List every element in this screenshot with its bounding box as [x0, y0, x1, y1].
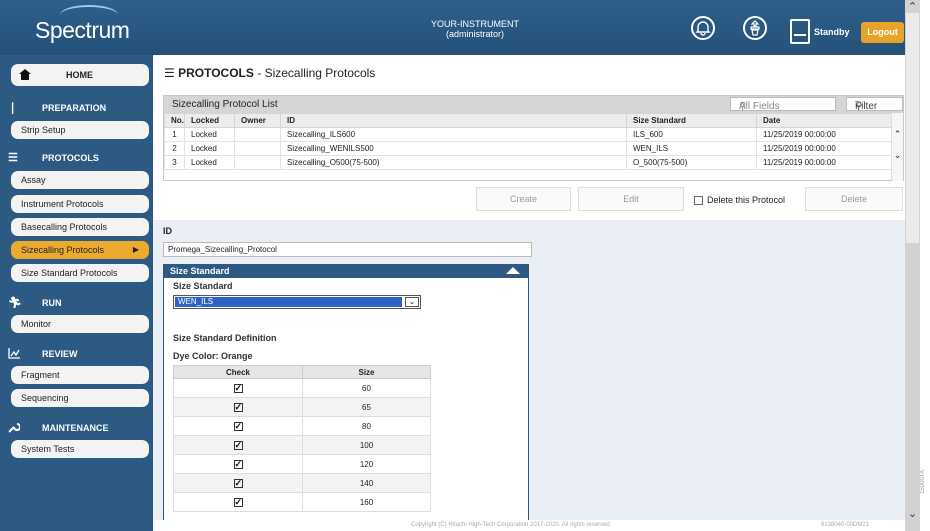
dye-color-label: Dye Color: Orange — [173, 351, 253, 361]
top-header: Spectrum YOUR-INSTRUMENT (administrator)… — [0, 0, 905, 55]
sidebar-item-label: Sizecalling Protocols — [21, 245, 105, 255]
definition-label: Size Standard Definition — [173, 333, 277, 343]
table-row: ✓ 60 — [173, 378, 431, 398]
collapse-icon[interactable] — [506, 267, 520, 274]
chevron-down-icon[interactable]: ⌄ — [405, 297, 419, 307]
size-checkbox[interactable]: ✓ — [233, 478, 243, 488]
sidebar-item-size-standard-protocols[interactable]: Size Standard Protocols — [11, 264, 149, 282]
size-checkbox[interactable]: ✓ — [233, 383, 243, 393]
table-row: ✓ 65 — [173, 397, 431, 417]
sidebar-item-monitor[interactable]: Monitor — [11, 315, 149, 333]
create-button[interactable]: Create — [476, 187, 571, 211]
sidebar-item-strip-setup[interactable]: Strip Setup — [11, 121, 149, 139]
id-input[interactable]: Promega_Sizecalling_Protocol — [163, 242, 532, 257]
review-chart-icon — [8, 348, 20, 359]
size-standard-panel-header[interactable]: Size Standard — [164, 265, 528, 278]
col-size-standard[interactable]: Size Standard — [626, 113, 757, 128]
col-size: Size — [302, 365, 431, 379]
col-no[interactable]: No. — [164, 113, 185, 128]
sidebar-item-system-tests[interactable]: System Tests — [11, 440, 149, 458]
protocol-list-title: Sizecalling Protocol List — [172, 99, 278, 110]
instrument-name: YOUR-INSTRUMENT — [431, 19, 519, 29]
table-row: ✓ 80 — [173, 416, 431, 436]
sidebar-item-assay[interactable]: Assay — [11, 171, 149, 189]
edit-button[interactable]: Edit — [578, 187, 684, 211]
search-input[interactable]: ⚲ All Fields — [730, 97, 836, 112]
delete-protocol-label: Delete this Protocol — [707, 195, 786, 205]
table-row: ✓ 100 — [173, 435, 431, 455]
page-title: ☰ PROTOCOLS - Sizecalling Protocols — [164, 66, 376, 80]
wrench-icon — [8, 423, 20, 433]
table-row[interactable]: 2 Locked Sizecalling_WENILS500 WEN_ILS 1… — [164, 141, 892, 156]
sidebar-item-basecalling-protocols[interactable]: Basecalling Protocols — [11, 218, 149, 236]
version-text: 6138040-00DM21 — [821, 522, 870, 528]
table-row: ✓ 140 — [173, 473, 431, 493]
list-scrollbar[interactable]: ⌃ ⌄ — [891, 113, 903, 181]
delete-protocol-checkbox[interactable] — [694, 196, 703, 205]
protocols-icon: ☰ — [8, 152, 18, 164]
section-review: REVIEW — [42, 349, 78, 359]
copyright-text: Copyright (C) Hitachi High-Tech Corporat… — [411, 522, 612, 528]
size-checkbox[interactable]: ✓ — [233, 421, 243, 431]
run-icon: 🏃︎ — [8, 297, 22, 309]
watermark: 15000TA — [920, 470, 926, 494]
col-owner[interactable]: Owner — [234, 113, 281, 128]
size-checkbox[interactable]: ✓ — [233, 402, 243, 412]
id-label: ID — [163, 226, 172, 236]
sidebar-item-fragment[interactable]: Fragment — [11, 366, 149, 384]
bell-icon[interactable] — [691, 16, 715, 40]
scroll-up-icon[interactable]: ⌃ — [905, 0, 920, 14]
size-standard-panel: Size Standard Size Standard WEN_ILS ⌄ Si… — [163, 264, 529, 523]
app-logo: Spectrum — [35, 17, 130, 43]
status-label: Standby — [814, 27, 850, 37]
size-standard-select[interactable]: WEN_ILS ⌄ — [173, 295, 421, 309]
footer: Copyright (C) Hitachi High-Tech Corporat… — [153, 520, 905, 531]
size-table: Check Size ✓ 60 ✓ 65 ✓ 80 ✓ 100 ✓ 120 ✓ 140 ✓ 1… — [173, 365, 431, 512]
sidebar: HOME ❘ PREPARATION Strip Setup ☰ PROTOCO… — [0, 55, 153, 531]
section-preparation: PREPARATION — [42, 103, 107, 113]
chevron-down-icon[interactable]: ⌄ — [892, 150, 903, 161]
size-standard-selected: WEN_ILS — [175, 297, 402, 307]
sidebar-item-home[interactable]: HOME — [11, 64, 149, 86]
instrument-info: YOUR-INSTRUMENT (administrator) — [405, 19, 545, 39]
table-row: ✓ 160 — [173, 492, 431, 512]
filter-dropdown[interactable]: ⚲ Filter ▾ — [846, 97, 903, 112]
section-run: RUN — [42, 298, 62, 308]
home-icon — [19, 69, 31, 80]
size-checkbox[interactable]: ✓ — [233, 459, 243, 469]
page-scrollbar-thumb[interactable] — [906, 13, 919, 243]
logout-button[interactable]: Logout — [861, 22, 904, 43]
table-row: ✓ 120 — [173, 454, 431, 474]
maintenance-icon[interactable] — [743, 16, 767, 40]
preparation-icon: ❘ — [8, 102, 18, 114]
standby-icon — [790, 19, 810, 44]
protocol-list-header: Sizecalling Protocol List ⚲ All Fields ⚲… — [164, 96, 903, 113]
section-maintenance: MAINTENANCE — [42, 423, 109, 433]
col-locked[interactable]: Locked — [184, 113, 235, 128]
sidebar-item-instrument-protocols[interactable]: Instrument Protocols — [11, 195, 149, 213]
col-check: Check — [173, 365, 303, 379]
col-id[interactable]: ID — [280, 113, 627, 128]
user-role: (administrator) — [445, 29, 504, 39]
arrow-right-icon: ▶ — [132, 245, 139, 254]
chevron-up-icon[interactable]: ⌃ — [892, 129, 903, 140]
delete-button[interactable]: Delete — [805, 187, 903, 211]
sidebar-item-sizecalling-protocols[interactable]: Sizecalling Protocols ▶ — [11, 241, 149, 259]
protocol-table: No. Locked Owner ID Size Standard Date 1… — [164, 113, 892, 170]
list-icon: ☰ — [164, 66, 175, 80]
table-row[interactable]: 3 Locked Sizecalling_O500(75-500) O_500(… — [164, 155, 892, 170]
size-checkbox[interactable]: ✓ — [233, 497, 243, 507]
col-date[interactable]: Date — [756, 113, 892, 128]
size-checkbox[interactable]: ✓ — [233, 440, 243, 450]
sidebar-item-sequencing[interactable]: Sequencing — [11, 389, 149, 407]
chevron-down-icon: ▾ — [855, 98, 861, 109]
scroll-down-icon[interactable]: ⌄ — [905, 507, 920, 521]
section-protocols: PROTOCOLS — [42, 153, 99, 163]
size-standard-label: Size Standard — [173, 281, 233, 291]
protocol-list-panel: Sizecalling Protocol List ⚲ All Fields ⚲… — [163, 95, 904, 181]
sidebar-home-label: HOME — [66, 70, 93, 80]
table-row[interactable]: 1 Locked Sizecalling_ILS600 ILS_600 11/2… — [164, 127, 892, 142]
